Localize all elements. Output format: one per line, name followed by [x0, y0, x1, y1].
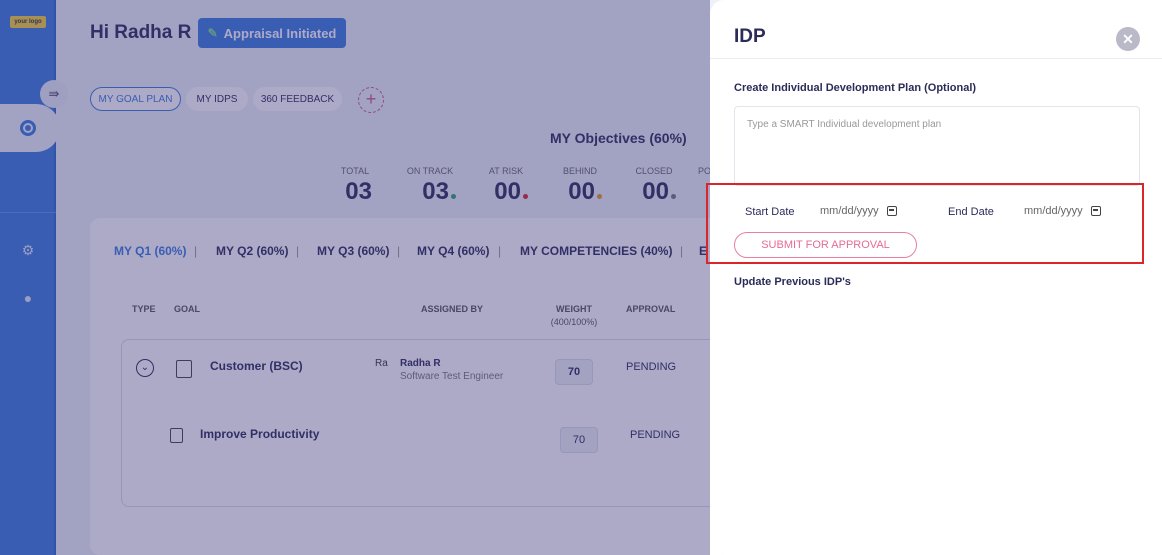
highlight-box	[706, 183, 1144, 264]
panel-title: IDP	[734, 26, 766, 47]
modal-overlay[interactable]	[0, 0, 710, 555]
update-idp-label: Update Previous IDP's	[734, 276, 851, 288]
create-idp-label: Create Individual Development Plan (Opti…	[734, 82, 977, 94]
idp-panel: IDP ✕ Create Individual Development Plan…	[710, 0, 1162, 555]
idp-textarea[interactable]	[734, 106, 1140, 186]
close-icon[interactable]: ✕	[1116, 27, 1140, 51]
panel-divider	[710, 58, 1162, 59]
